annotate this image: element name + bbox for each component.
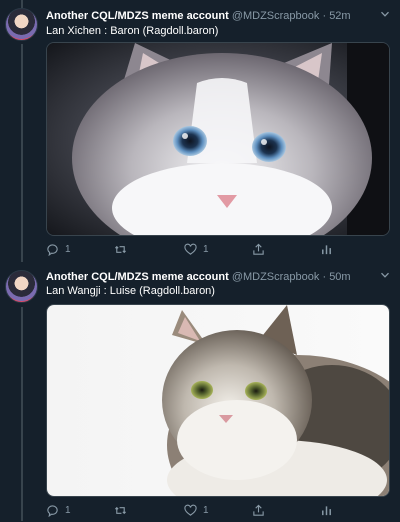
like-button[interactable]: 1: [184, 504, 209, 517]
tweet[interactable]: Another CQL/MDZS meme account @MDZScrapb…: [0, 262, 400, 521]
author-handle[interactable]: @MDZScrapbook: [232, 10, 320, 22]
tweet-header: Another CQL/MDZS meme account @MDZScrapb…: [46, 9, 390, 23]
reply-button[interactable]: 1: [46, 504, 71, 517]
retweet-icon: [114, 506, 127, 515]
tweet-time[interactable]: · 50m: [322, 271, 350, 283]
tweet-header: Another CQL/MDZS meme account @MDZScrapb…: [46, 270, 390, 284]
analytics-button[interactable]: [320, 243, 333, 256]
like-count: 1: [203, 244, 209, 255]
tweet-text: Lan Wangji : Luise (Ragdoll.baron): [46, 285, 215, 297]
analytics-icon: [322, 245, 331, 255]
cat-photo-fluffy: [47, 305, 389, 496]
tweet-text: Lan Xichen : Baron (Ragdoll.baron): [46, 25, 219, 37]
author-name[interactable]: Another CQL/MDZS meme account: [46, 10, 229, 22]
reply-count: 1: [65, 505, 71, 516]
author-handle[interactable]: @MDZScrapbook: [232, 271, 320, 283]
cat-photo-ragdoll: [47, 43, 389, 235]
share-button[interactable]: [252, 504, 265, 517]
avatar[interactable]: [5, 270, 38, 303]
like-button[interactable]: 1: [184, 243, 209, 256]
retweet-button[interactable]: [114, 243, 127, 256]
reply-icon: [47, 244, 58, 256]
chevron-down-icon[interactable]: [380, 9, 390, 23]
heart-icon: [184, 504, 197, 516]
reply-icon: [47, 505, 58, 517]
analytics-button[interactable]: [320, 504, 333, 517]
retweet-button[interactable]: [114, 504, 127, 517]
share-icon: [253, 504, 264, 516]
like-count: 1: [203, 505, 209, 516]
tweet-actions: 1 1: [46, 243, 346, 261]
share-icon: [253, 243, 264, 255]
chevron-down-icon[interactable]: [380, 270, 390, 284]
heart-icon: [184, 243, 197, 255]
author-name[interactable]: Another CQL/MDZS meme account: [46, 271, 229, 283]
analytics-icon: [322, 506, 331, 516]
retweet-icon: [114, 245, 127, 254]
reply-button[interactable]: 1: [46, 243, 71, 256]
reply-count: 1: [65, 244, 71, 255]
avatar[interactable]: [5, 8, 38, 41]
tweet-image[interactable]: [46, 304, 390, 497]
tweet[interactable]: Another CQL/MDZS meme account @MDZScrapb…: [0, 0, 400, 262]
share-button[interactable]: [252, 243, 265, 256]
tweet-time[interactable]: · 52m: [322, 10, 350, 22]
tweet-actions: 1 1: [46, 504, 346, 522]
tweet-image[interactable]: [46, 42, 390, 236]
